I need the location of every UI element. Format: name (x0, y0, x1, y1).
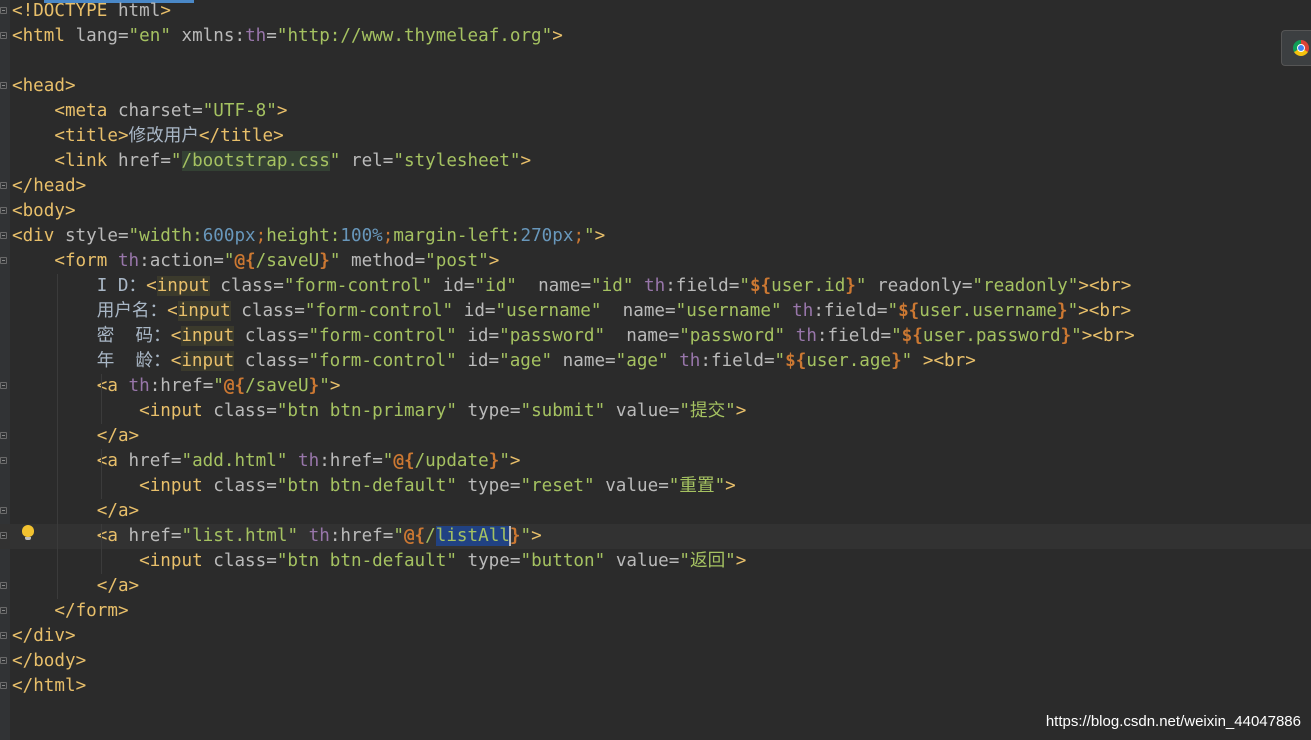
code-text: <input class="btn btn-default" type="res… (139, 476, 736, 496)
code-text: <input class="btn btn-default" type="but… (139, 551, 747, 571)
fold-marker-icon[interactable] (0, 32, 7, 39)
code-text: <title>修改用户</title> (54, 126, 284, 146)
code-text: </form> (54, 601, 129, 621)
code-line[interactable]: <title>修改用户</title> (0, 124, 1311, 149)
code-line[interactable]: <div style="width:600px;height:100%;marg… (0, 224, 1311, 249)
fold-marker-icon[interactable] (0, 432, 7, 439)
code-line[interactable]: <meta charset="UTF-8"> (0, 99, 1311, 124)
code-text: <a href="list.html" th:href="@{/listAll}… (96, 526, 542, 546)
code-text: </a> (96, 501, 140, 521)
code-text: 用户名：<input class="form-control" id="user… (12, 301, 1132, 321)
fold-marker-icon[interactable] (0, 507, 7, 514)
code-text: <a href="add.html" th:href="@{/update}"> (96, 451, 521, 471)
code-text: 密 码：<input class="form-control" id="pass… (12, 326, 1135, 346)
code-text: <a th:href="@{/saveU}"> (96, 376, 341, 396)
indent-guide (101, 524, 102, 574)
code-text: <meta charset="UTF-8"> (54, 101, 288, 121)
code-line[interactable]: </a> (0, 424, 1311, 449)
code-text: <head> (12, 76, 76, 96)
code-line[interactable]: 用户名：<input class="form-control" id="user… (0, 299, 1311, 324)
code-line[interactable]: <head> (0, 74, 1311, 99)
fold-marker-icon[interactable] (0, 682, 7, 689)
browser-popup[interactable] (1281, 30, 1311, 66)
code-text: </a> (96, 576, 140, 596)
code-line[interactable]: <!DOCTYPE html> (0, 0, 1311, 24)
code-line[interactable]: </head> (0, 174, 1311, 199)
code-text: <link href="/bootstrap.css" rel="stylesh… (54, 151, 532, 171)
code-line[interactable]: <form th:action="@{/saveU}" method="post… (0, 249, 1311, 274)
fold-marker-icon[interactable] (0, 457, 7, 464)
code-text: </div> (12, 626, 76, 646)
code-text: <form th:action="@{/saveU}" method="post… (54, 251, 500, 271)
code-line[interactable]: </html> (0, 674, 1311, 699)
lightbulb-icon[interactable] (22, 525, 34, 540)
code-line[interactable]: <a href="add.html" th:href="@{/update}"> (0, 449, 1311, 474)
fold-marker-icon[interactable] (0, 632, 7, 639)
fold-marker-icon[interactable] (0, 532, 7, 539)
code-text: </a> (96, 426, 140, 446)
code-line[interactable]: 年 龄：<input class="form-control" id="age"… (0, 349, 1311, 374)
fold-marker-icon[interactable] (0, 207, 7, 214)
fold-marker-icon[interactable] (0, 7, 7, 14)
code-line[interactable]: <input class="btn btn-default" type="res… (0, 474, 1311, 499)
code-text: </html> (12, 676, 87, 696)
fold-marker-icon[interactable] (0, 232, 7, 239)
code-line[interactable]: I D：<input class="form-control" id="id" … (0, 274, 1311, 299)
code-text: </head> (12, 176, 87, 196)
code-text: <input class="btn btn-primary" type="sub… (139, 401, 747, 421)
code-line[interactable]: </div> (0, 624, 1311, 649)
code-line[interactable] (0, 49, 1311, 74)
indent-guide (101, 374, 102, 424)
code-line[interactable]: <a href="list.html" th:href="@{/listAll}… (0, 524, 1311, 549)
fold-marker-icon[interactable] (0, 607, 7, 614)
code-line[interactable]: <html lang="en" xmlns:th="http://www.thy… (0, 24, 1311, 49)
code-text: <html lang="en" xmlns:th="http://www.thy… (12, 26, 563, 46)
code-line[interactable]: </a> (0, 574, 1311, 599)
code-text: <!DOCTYPE html> (12, 1, 171, 21)
fold-marker-icon[interactable] (0, 657, 7, 664)
fold-marker-icon[interactable] (0, 182, 7, 189)
code-text: <body> (12, 201, 76, 221)
fold-marker-icon[interactable] (0, 582, 7, 589)
code-line[interactable]: <link href="/bootstrap.css" rel="stylesh… (0, 149, 1311, 174)
fold-marker-icon[interactable] (0, 382, 7, 389)
code-line[interactable]: <input class="btn btn-default" type="but… (0, 549, 1311, 574)
indent-guide (57, 274, 58, 599)
code-text: 年 龄：<input class="form-control" id="age"… (12, 351, 976, 371)
code-line[interactable]: </a> (0, 499, 1311, 524)
code-text: <div style="width:600px;height:100%;marg… (12, 226, 606, 246)
code-line[interactable]: <input class="btn btn-primary" type="sub… (0, 399, 1311, 424)
code-line[interactable]: </form> (0, 599, 1311, 624)
code-line[interactable]: <body> (0, 199, 1311, 224)
fold-marker-icon[interactable] (0, 257, 7, 264)
chrome-icon[interactable] (1293, 40, 1309, 56)
watermark: https://blog.csdn.net/weixin_44047886 (1045, 713, 1301, 730)
code-text: </body> (12, 651, 87, 671)
fold-marker-icon[interactable] (0, 82, 7, 89)
code-line[interactable]: </body> (0, 649, 1311, 674)
indent-guide (101, 449, 102, 499)
code-line[interactable]: 密 码：<input class="form-control" id="pass… (0, 324, 1311, 349)
code-text: I D：<input class="form-control" id="id" … (12, 276, 1132, 296)
code-line[interactable]: <a th:href="@{/saveU}"> (0, 374, 1311, 399)
